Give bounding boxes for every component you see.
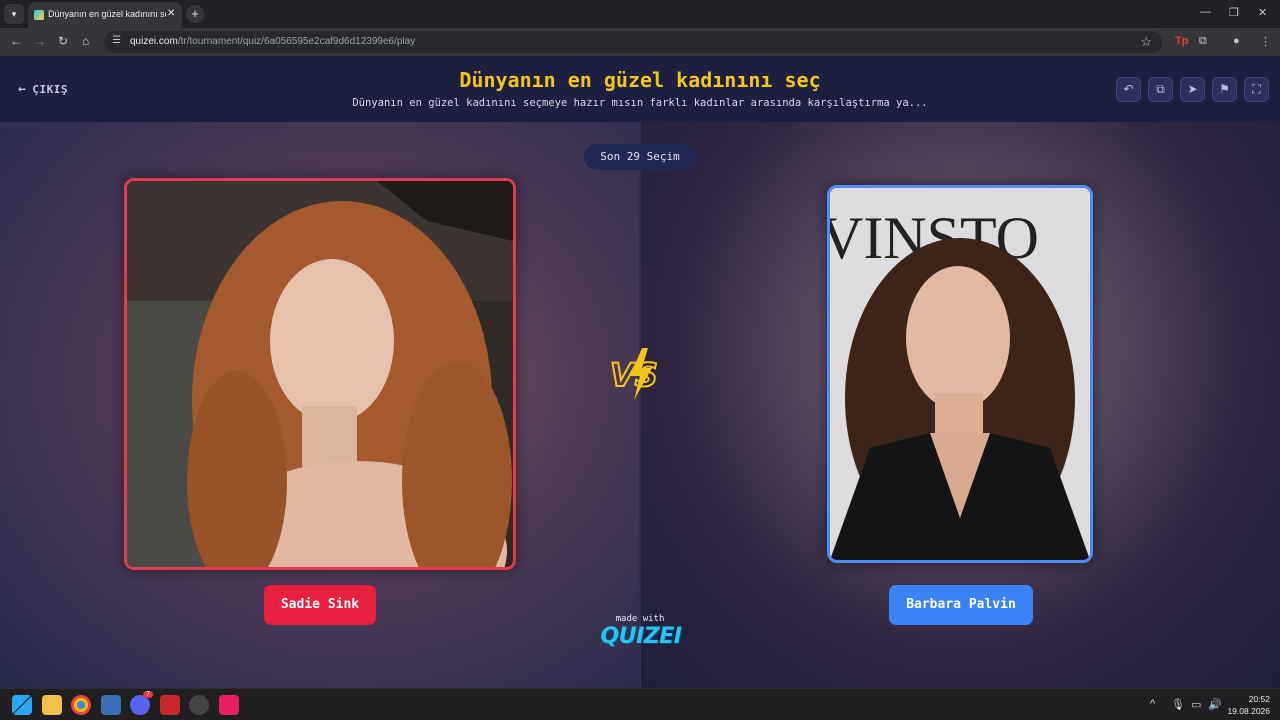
profile-avatar-icon[interactable]: ●	[1233, 35, 1240, 47]
app-pink-icon[interactable]	[219, 695, 239, 715]
forward-icon[interactable]: →	[34, 34, 46, 48]
tab-favicon-icon	[34, 10, 44, 20]
app-icon[interactable]	[101, 695, 121, 715]
os-taskbar: 7 ^ 🎙 ▭ 🔊 20:52 19.08.2026	[0, 688, 1280, 720]
quiz-header: ← ÇIKIŞ Dünyanın en güzel kadınını seç Dü…	[0, 56, 1280, 122]
home-icon[interactable]: ⌂	[82, 34, 89, 48]
undo-icon[interactable]: ↶	[1116, 77, 1141, 102]
right-choice-image[interactable]: VINSTO	[827, 185, 1093, 563]
versus-lightning-icon: VS	[609, 348, 659, 400]
fullscreen-icon[interactable]: ⛶	[1244, 77, 1269, 102]
app-circle-icon[interactable]	[189, 695, 209, 715]
file-explorer-icon[interactable]	[42, 695, 62, 715]
choose-left-button[interactable]: Sadie Sink	[264, 585, 376, 625]
reload-icon[interactable]: ↻	[58, 34, 68, 48]
clock-date: 19.08.2026	[1227, 706, 1270, 716]
tab-close-icon[interactable]: ✕	[167, 8, 175, 19]
system-clock[interactable]: 20:52 19.08.2026	[1227, 693, 1270, 717]
clock-time: 20:52	[1248, 694, 1270, 704]
browser-toolbar: ← → ↻ ⌂ ☰ quizei.com/tr/tournament/quiz/…	[0, 28, 1280, 56]
extension-icon[interactable]: Tp	[1175, 35, 1188, 47]
tab-title: Dünyanın en güzel kadınını seç	[48, 9, 166, 19]
tab-search-icon[interactable]: ▾	[4, 4, 24, 24]
portrait-left-photo	[127, 181, 513, 567]
discord-icon[interactable]: 7	[130, 691, 153, 715]
network-icon[interactable]: ▭	[1191, 698, 1201, 711]
quizei-logo[interactable]: QUIZEI	[596, 624, 686, 649]
extensions-puzzle-icon[interactable]: ⧉	[1199, 35, 1207, 48]
choose-right-button[interactable]: Barbara Palvin	[889, 585, 1033, 625]
left-choice-image[interactable]	[124, 178, 516, 570]
app-red-icon[interactable]	[160, 695, 180, 715]
microphone-icon[interactable]: 🎙	[1171, 698, 1185, 711]
chrome-icon[interactable]	[71, 695, 91, 715]
made-with-label: made with	[615, 614, 665, 624]
tray-chevron-icon[interactable]: ^	[1150, 698, 1155, 710]
url-text: quizei.com/tr/tournament/quiz/6a056595e2…	[130, 36, 416, 47]
copy-icon[interactable]: ⧉	[1148, 77, 1173, 102]
portrait-right-photo: VINSTO	[830, 188, 1090, 560]
windows-start-icon[interactable]	[12, 695, 32, 715]
share-send-icon[interactable]: ➤	[1180, 77, 1205, 102]
report-flag-icon[interactable]: ⚑	[1212, 77, 1237, 102]
new-tab-icon[interactable]: +	[186, 5, 204, 23]
quiz-page: ← ÇIKIŞ Dünyanın en güzel kadınını seç Dü…	[0, 56, 1280, 688]
menu-kebab-icon[interactable]: ⋮	[1260, 35, 1271, 48]
browser-tab-bar: ▾ Dünyanın en güzel kadınını seç ✕ + — ❐…	[0, 0, 1280, 28]
address-bar[interactable]: ☰ quizei.com/tr/tournament/quiz/6a056595…	[104, 31, 1162, 53]
restore-icon[interactable]: ❐	[1229, 6, 1239, 19]
volume-icon[interactable]: 🔊	[1208, 698, 1222, 711]
site-info-icon[interactable]: ☰	[112, 35, 121, 46]
round-badge: Son 29 Seçim	[584, 144, 696, 170]
browser-tab[interactable]: Dünyanın en güzel kadınını seç ✕	[28, 2, 182, 28]
minimize-icon[interactable]: —	[1200, 6, 1211, 18]
bookmark-star-icon[interactable]: ☆	[1140, 34, 1152, 50]
close-window-icon[interactable]: ✕	[1258, 6, 1267, 19]
quiz-description: Dünyanın en güzel kadınını seçmeye hazır…	[352, 97, 928, 109]
center-divider	[639, 122, 641, 688]
back-icon[interactable]: ←	[10, 34, 22, 48]
quiz-title: Dünyanın en güzel kadınını seç	[459, 68, 821, 92]
discord-badge: 7	[143, 691, 153, 698]
